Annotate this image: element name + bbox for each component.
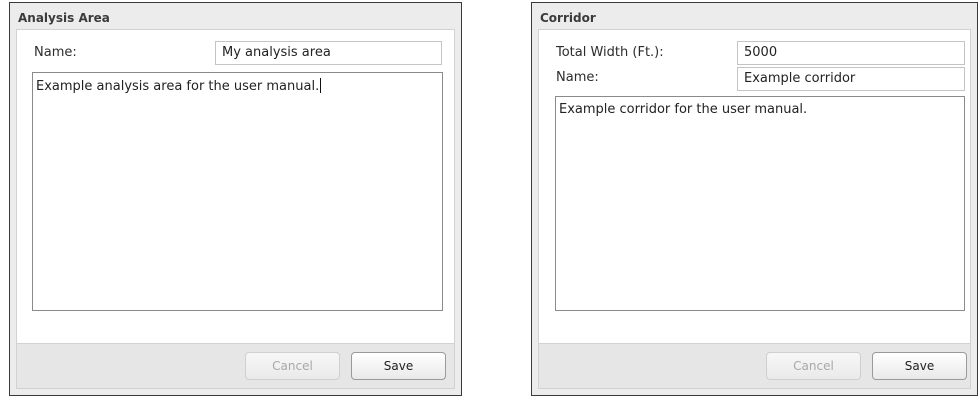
dialog-title: Analysis Area bbox=[18, 11, 110, 25]
cancel-button[interactable]: Cancel bbox=[766, 352, 861, 380]
dialog-footer: Cancel Save bbox=[538, 343, 971, 389]
analysis-area-dialog: Analysis Area Name: My analysis area Exa… bbox=[9, 2, 462, 396]
dialog-body: Total Width (Ft.): 5000 Name: Example co… bbox=[538, 29, 971, 345]
corridor-dialog: Corridor Total Width (Ft.): 5000 Name: E… bbox=[531, 2, 978, 396]
total-width-field[interactable]: 5000 bbox=[737, 41, 965, 65]
name-label: Name: bbox=[556, 70, 599, 85]
total-width-label: Total Width (Ft.): bbox=[556, 45, 664, 60]
save-button[interactable]: Save bbox=[351, 352, 446, 380]
name-field[interactable]: My analysis area bbox=[215, 41, 442, 65]
dialog-body: Name: My analysis area Example analysis … bbox=[16, 29, 455, 345]
description-text: Example analysis area for the user manua… bbox=[36, 79, 320, 94]
dialog-footer: Cancel Save bbox=[16, 343, 455, 389]
dialog-title: Corridor bbox=[540, 11, 596, 25]
description-text: Example corridor for the user manual. bbox=[559, 102, 808, 117]
text-cursor bbox=[320, 78, 322, 93]
cancel-button[interactable]: Cancel bbox=[245, 352, 340, 380]
name-field[interactable]: Example corridor bbox=[737, 67, 965, 91]
description-textarea[interactable]: Example corridor for the user manual. bbox=[555, 96, 965, 311]
name-label: Name: bbox=[34, 45, 77, 60]
save-button[interactable]: Save bbox=[872, 352, 967, 380]
description-textarea[interactable]: Example analysis area for the user manua… bbox=[32, 72, 443, 311]
